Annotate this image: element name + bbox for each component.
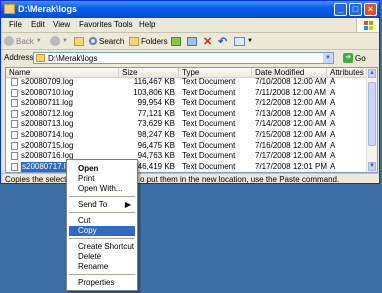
scroll-thumb[interactable] bbox=[368, 82, 376, 146]
address-input[interactable]: D:\Merak\logs ▼ bbox=[33, 52, 334, 64]
forward-arrow-icon bbox=[50, 36, 60, 46]
text-file-icon bbox=[11, 109, 18, 118]
windows-logo-icon bbox=[356, 18, 379, 32]
table-row[interactable]: s20080712.log 77,121 KB Text Document 7/… bbox=[6, 109, 367, 120]
submenu-arrow-icon: ▶ bbox=[124, 200, 131, 209]
menu-create-shortcut[interactable]: Create Shortcut bbox=[69, 242, 135, 252]
menu-file[interactable]: File bbox=[9, 20, 22, 29]
menu-favorites[interactable]: Favorites bbox=[79, 20, 112, 29]
close-button[interactable]: × bbox=[364, 3, 377, 16]
up-folder-button[interactable] bbox=[74, 35, 84, 47]
status-text-left: Copies the selected bbox=[5, 175, 76, 184]
address-bar: Address D:\Merak\logs ▼ ➔ Go bbox=[1, 50, 379, 66]
go-arrow-icon: ➔ bbox=[343, 53, 353, 63]
menu-cut[interactable]: Cut bbox=[69, 216, 135, 226]
back-button[interactable]: Back ▼ bbox=[4, 35, 42, 47]
table-row[interactable]: s20080715.log 96,475 KB Text Document 7/… bbox=[6, 141, 367, 152]
move-to-button[interactable] bbox=[171, 35, 181, 47]
chevron-down-icon: ▼ bbox=[35, 38, 42, 44]
move-to-icon bbox=[171, 36, 181, 46]
address-label: Address bbox=[4, 53, 34, 62]
window-title: D:\Merak\logs bbox=[18, 4, 78, 14]
header-name[interactable]: Name bbox=[6, 68, 119, 77]
menu-bar: File Edit View Favorites Tools Help bbox=[1, 18, 379, 33]
header-size[interactable]: Size bbox=[119, 68, 179, 77]
menu-help[interactable]: Help bbox=[139, 20, 155, 29]
vertical-scrollbar[interactable]: ▲ ▼ bbox=[366, 68, 377, 172]
text-file-icon bbox=[11, 141, 18, 150]
menu-tools[interactable]: Tools bbox=[114, 20, 133, 29]
menu-separator bbox=[69, 212, 135, 213]
text-file-icon bbox=[11, 99, 18, 108]
explorer-window: D:\Merak\logs _ □ × File Edit View Favor… bbox=[0, 0, 380, 184]
go-button[interactable]: ➔ Go bbox=[343, 52, 366, 64]
folder-icon bbox=[4, 4, 15, 14]
address-dropdown-icon[interactable]: ▼ bbox=[323, 53, 333, 63]
text-file-icon bbox=[11, 120, 18, 129]
table-row-selected[interactable]: s20080717.log 46,419 KB Text Document 7/… bbox=[6, 161, 367, 172]
table-row[interactable]: s20080714.log 98,247 KB Text Document 7/… bbox=[6, 130, 367, 141]
folder-icon bbox=[36, 54, 45, 62]
menu-edit[interactable]: Edit bbox=[31, 20, 45, 29]
folders-icon bbox=[129, 36, 139, 46]
text-file-icon bbox=[11, 152, 18, 161]
chevron-down-icon: ▼ bbox=[62, 38, 68, 44]
folders-button[interactable]: Folders bbox=[129, 35, 168, 47]
text-file-icon bbox=[11, 78, 18, 86]
copy-to-button[interactable] bbox=[187, 35, 197, 47]
table-row[interactable]: s20080716.log 94,763 KB Text Document 7/… bbox=[6, 151, 367, 162]
undo-button[interactable]: ↶ bbox=[218, 35, 228, 48]
menu-view[interactable]: View bbox=[53, 20, 70, 29]
back-arrow-icon bbox=[4, 36, 14, 46]
search-icon bbox=[89, 37, 97, 45]
menu-rename[interactable]: Rename bbox=[69, 262, 135, 272]
text-file-icon bbox=[11, 131, 18, 139]
delete-button[interactable]: ✕ bbox=[203, 35, 213, 48]
delete-x-icon: ✕ bbox=[203, 35, 213, 48]
undo-icon: ↶ bbox=[218, 35, 228, 48]
menu-copy[interactable]: Copy bbox=[69, 226, 135, 236]
views-icon bbox=[234, 36, 245, 46]
menu-separator bbox=[69, 238, 135, 239]
status-text-right: o put them in the new location, use the … bbox=[140, 175, 340, 184]
header-date-modified[interactable]: Date Modified bbox=[252, 68, 327, 77]
address-value: D:\Merak\logs bbox=[48, 54, 98, 63]
menu-send-to[interactable]: Send To ▶ bbox=[69, 200, 135, 210]
file-list[interactable]: Name Size Type Date Modified Attributes … bbox=[5, 67, 378, 173]
status-bar: Copies the selected o put them in the ne… bbox=[1, 173, 379, 184]
table-row[interactable]: s20080709.log 116,467 KB Text Document 7… bbox=[6, 77, 367, 88]
text-file-icon bbox=[11, 88, 18, 97]
table-row[interactable]: s20080713.log 73,629 KB Text Document 7/… bbox=[6, 119, 367, 130]
menu-open-with[interactable]: Open With... bbox=[69, 184, 135, 194]
menu-separator bbox=[69, 274, 135, 275]
menu-open[interactable]: Open bbox=[69, 164, 135, 174]
title-bar[interactable]: D:\Merak\logs _ □ × bbox=[1, 1, 379, 18]
context-menu: Open Print Open With... Send To ▶ Cut Co… bbox=[66, 159, 138, 291]
menu-delete[interactable]: Delete bbox=[69, 252, 135, 262]
forward-button[interactable]: ▼ bbox=[50, 35, 68, 47]
menu-separator bbox=[69, 196, 135, 197]
header-attributes[interactable]: Attributes bbox=[327, 68, 367, 77]
text-file-icon bbox=[11, 162, 18, 171]
views-button[interactable]: ▼ bbox=[234, 35, 253, 47]
menu-properties[interactable]: Properties bbox=[69, 278, 135, 288]
table-row[interactable]: s20080711.log 99,954 KB Text Document 7/… bbox=[6, 98, 367, 109]
table-row[interactable]: s20080710.log 103,806 KB Text Document 7… bbox=[6, 88, 367, 99]
minimize-button[interactable]: _ bbox=[334, 3, 347, 16]
up-folder-icon bbox=[74, 36, 84, 46]
chevron-down-icon: ▼ bbox=[247, 38, 253, 44]
copy-to-icon bbox=[187, 36, 197, 46]
maximize-button[interactable]: □ bbox=[349, 3, 362, 16]
scroll-down-icon[interactable]: ▼ bbox=[368, 162, 376, 171]
header-type[interactable]: Type bbox=[179, 68, 252, 77]
menu-print[interactable]: Print bbox=[69, 174, 135, 184]
scroll-up-icon[interactable]: ▲ bbox=[368, 69, 376, 78]
search-button[interactable]: Search bbox=[89, 35, 124, 47]
toolbar: Back ▼ ▼ Search Folders ✕ ↶ ▼ bbox=[1, 33, 379, 50]
